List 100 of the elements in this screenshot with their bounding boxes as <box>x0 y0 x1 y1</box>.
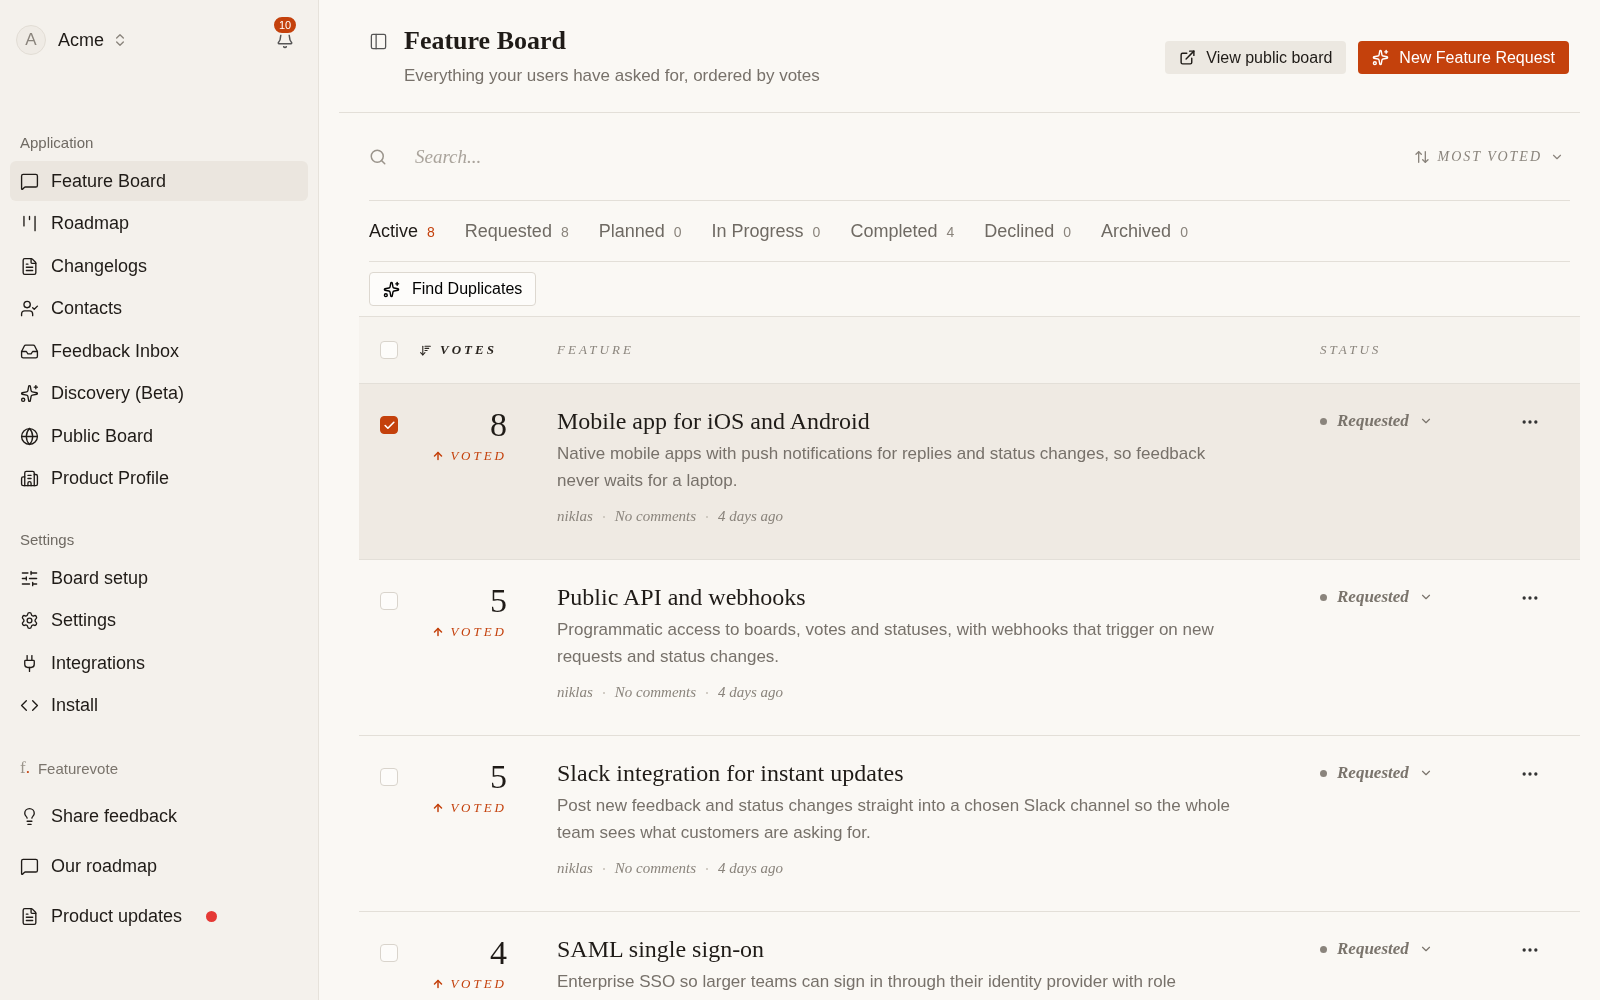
sparkles-icon <box>383 280 400 298</box>
author-name: niklas <box>557 860 593 878</box>
section-title: Application <box>19 134 95 151</box>
building-icon <box>20 469 39 488</box>
nav-item[interactable]: Settings <box>10 600 308 641</box>
section-title: Settings <box>19 531 76 548</box>
nav-item[interactable]: Feedback Inbox <box>10 331 308 371</box>
status-dropdown[interactable]: Requested <box>1320 936 1520 962</box>
feature-description: Native mobile apps with push notifications for replies and status changes, so feedback never waits for a laptop. <box>557 443 1207 493</box>
section-title: Featurevote <box>37 759 118 777</box>
feature-title[interactable]: SAML single sign-on <box>557 936 1300 963</box>
sort-arrows-icon <box>1413 149 1430 165</box>
find-duplicates-button[interactable]: Find Duplicates <box>369 272 537 306</box>
feature-row[interactable]: 8 VOTED Mobile app for iOS and Android Native mobile apps with push notifications for replies and status changes, so feedback never waits for a laptop. niklas No comments 4 days ago Requested <box>359 384 1580 560</box>
notification-badge: 10 <box>272 15 299 35</box>
status-tab[interactable]: Declined 0 <box>984 220 1072 242</box>
voted-label[interactable]: VOTED <box>432 448 507 464</box>
feature-title[interactable]: Mobile app for iOS and Android <box>557 408 1300 435</box>
vote-count: 5 <box>490 760 507 794</box>
sliders-icon <box>20 568 39 588</box>
nav-item[interactable]: Roadmap <box>10 203 308 244</box>
page-title: Feature Board <box>404 26 567 56</box>
workspace-name[interactable]: Acme <box>58 29 104 51</box>
new-request-button[interactable]: New Feature Request <box>1358 41 1569 74</box>
arrow-up-icon <box>432 802 445 814</box>
arrow-up-icon <box>432 450 445 462</box>
status-dropdown[interactable]: Requested <box>1320 584 1520 610</box>
nav-item[interactable]: Feature Board <box>10 161 308 201</box>
nav-item[interactable]: Install <box>10 685 308 726</box>
status-tab[interactable]: Active 8 <box>369 220 435 242</box>
status-dropdown[interactable]: Requested <box>1320 760 1520 786</box>
page-subtitle: Everything your users have asked for, ordered by votes <box>404 66 820 86</box>
feature-title[interactable]: Public API and webhooks <box>557 584 1300 611</box>
status-tab[interactable]: Requested 8 <box>464 220 569 242</box>
timestamp: 4 days ago <box>718 684 784 702</box>
feature-description: Post new feedback and status changes straight into a chosen Slack channel so the whole team sees what customers are asking for. <box>557 795 1231 845</box>
sidebar-toggle-icon[interactable] <box>369 32 388 51</box>
status-dot-icon <box>1320 593 1327 601</box>
feature-row[interactable]: 5 VOTED Public API and webhooks Programmatic access to boards, votes and statuses, with webhooks that trigger on new requests and status changes. niklas No comments 4 days ago Requested <box>359 560 1580 736</box>
search-icon <box>369 148 387 166</box>
message-icon <box>20 856 39 876</box>
workspace-avatar: A <box>16 25 46 55</box>
nav-item[interactable]: Contacts <box>10 288 308 329</box>
nav-item[interactable]: Integrations <box>10 643 308 683</box>
message-icon <box>20 171 39 191</box>
timestamp: 4 days ago <box>718 508 784 526</box>
view-board-button[interactable]: View public board <box>1165 41 1347 74</box>
status-tab[interactable]: Completed 4 <box>850 220 955 242</box>
voted-label[interactable]: VOTED <box>432 624 507 640</box>
external-link-icon <box>1179 49 1197 66</box>
comment-count: No comments <box>614 508 697 526</box>
featurevote-logo: f. <box>20 758 30 778</box>
sort-icon <box>419 343 432 357</box>
nav-item[interactable]: Our roadmap <box>10 844 308 888</box>
settings-icon <box>20 611 39 630</box>
voted-label[interactable]: VOTED <box>432 976 507 992</box>
feature-description: Programmatic access to boards, votes and statuses, with webhooks that trigger on new requests and status changes. <box>557 619 1215 669</box>
status-tab[interactable]: In Progress 0 <box>711 220 821 242</box>
nav-item[interactable]: Product updates <box>10 894 308 938</box>
vote-count: 4 <box>490 936 507 970</box>
search-field[interactable]: Search... <box>413 145 1408 169</box>
status-dot-icon <box>1320 945 1327 953</box>
arrow-up-icon <box>432 978 445 990</box>
column-header[interactable]: VOTES <box>419 342 513 358</box>
timestamp: 4 days ago <box>718 860 784 878</box>
comment-count: No comments <box>614 684 697 702</box>
status-dropdown[interactable]: Requested <box>1320 408 1520 434</box>
column-header: FEATURE <box>556 342 635 358</box>
columns-icon <box>20 214 39 233</box>
vote-count: 8 <box>490 408 507 442</box>
feature-title[interactable]: Slack integration for instant updates <box>557 760 1300 787</box>
feature-description: Enterprise SSO so larger teams can sign in through their identity provider with role <box>557 971 1177 994</box>
feature-row[interactable]: 4 VOTED SAML single sign-on Enterprise SSO so larger teams can sign in through their identity provider with role Requested <box>359 912 1580 1000</box>
document-icon <box>20 256 39 276</box>
status-tab[interactable]: Archived 0 <box>1101 220 1188 242</box>
arrow-up-icon <box>432 626 445 638</box>
author-name: niklas <box>557 684 593 702</box>
select-all-checkbox[interactable] <box>380 341 398 359</box>
globe-icon <box>20 426 39 446</box>
comment-count: No comments <box>614 860 697 878</box>
nav-item[interactable]: Product Profile <box>10 458 308 499</box>
sort-dropdown[interactable]: MOST VOTED <box>1407 148 1570 166</box>
author-name: niklas <box>557 508 593 526</box>
sparkles-icon <box>20 384 39 403</box>
nav-item[interactable]: Public Board <box>10 416 308 456</box>
check-icon <box>382 418 396 432</box>
nav-item[interactable]: Share feedback <box>10 794 308 838</box>
sparkles-icon <box>1372 49 1390 66</box>
status-dot-icon <box>1320 417 1327 425</box>
nav-item[interactable]: Discovery (Beta) <box>10 373 308 414</box>
user-check-icon <box>20 299 39 318</box>
status-tab[interactable]: Planned 0 <box>598 220 682 242</box>
status-dot-icon <box>1320 769 1327 777</box>
inbox-icon <box>20 341 39 361</box>
nav-item[interactable]: Changelogs <box>10 246 308 286</box>
row-checkbox[interactable] <box>380 416 398 434</box>
vote-count: 5 <box>490 584 507 618</box>
column-header: STATUS <box>1320 342 1383 358</box>
nav-item[interactable]: Board setup <box>10 558 308 598</box>
voted-label[interactable]: VOTED <box>432 800 507 816</box>
